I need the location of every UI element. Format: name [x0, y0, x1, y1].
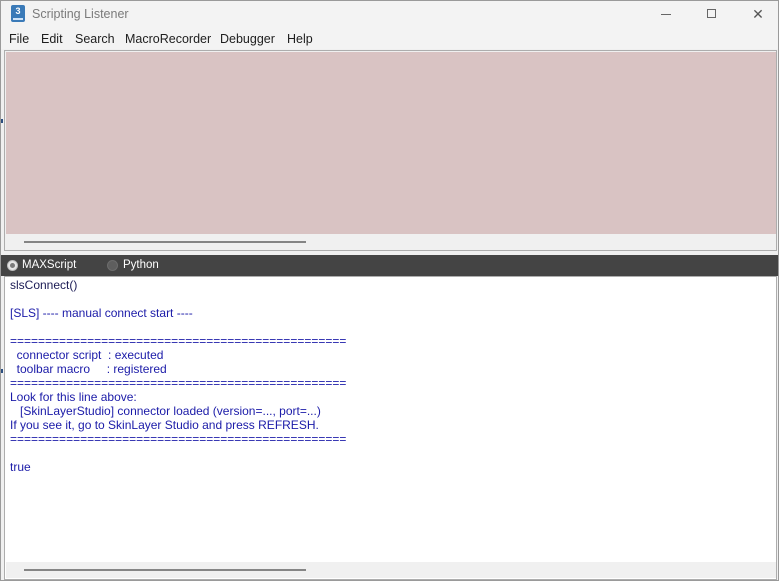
maxscript-radio[interactable] [7, 260, 18, 271]
listener-horizontal-scrollbar[interactable] [6, 562, 776, 578]
menu-search[interactable]: Search [75, 32, 115, 46]
python-radio[interactable] [107, 260, 118, 271]
language-selector-bar: MAXScript Python [1, 255, 778, 276]
app-3dsmax-icon: 3 [11, 5, 25, 22]
menu-bar: File Edit Search MacroRecorder Debugger … [1, 29, 778, 49]
listener-output-line [10, 446, 770, 460]
window-edge-artifact [1, 119, 3, 123]
listener-output-line: [SkinLayerStudio] connector loaded (vers… [10, 404, 321, 418]
close-icon: ✕ [752, 6, 764, 22]
listener-output-text[interactable]: slsConnect() [SLS] ---- manual connect st… [10, 278, 770, 561]
listener-output-line: connector script : executed [10, 348, 164, 362]
scripting-listener-window: 3 Scripting Listener ✕ File Edit Search … [0, 0, 779, 581]
menu-debugger[interactable]: Debugger [220, 32, 275, 46]
listener-output-line [10, 320, 770, 334]
listener-output-line: ========================================… [10, 432, 347, 446]
listener-output-line: ========================================… [10, 334, 347, 348]
menu-file[interactable]: File [9, 32, 29, 46]
menu-edit[interactable]: Edit [41, 32, 63, 46]
listener-command-line: slsConnect() [10, 278, 78, 292]
maximize-button[interactable] [689, 1, 735, 29]
listener-output-line: toolbar macro : registered [10, 362, 167, 376]
macro-recorder-text-area[interactable] [6, 52, 776, 234]
title-bar[interactable]: 3 Scripting Listener ✕ [1, 1, 778, 29]
listener-output-line: Look for this line above: [10, 390, 137, 404]
maximize-icon [707, 9, 716, 18]
macro-recorder-horizontal-scrollbar[interactable] [6, 234, 776, 250]
radio-selected-dot [10, 263, 15, 268]
macro-recorder-scroll-thumb[interactable] [24, 241, 306, 243]
listener-output-line [10, 292, 770, 306]
window-title: Scripting Listener [32, 7, 129, 21]
minimize-button[interactable] [643, 1, 689, 29]
minimize-icon [661, 14, 671, 15]
macro-recorder-pane [4, 50, 777, 251]
listener-output-line: If you see it, go to SkinLayer Studio an… [10, 418, 319, 432]
listener-output-line: true [10, 460, 31, 474]
menu-help[interactable]: Help [287, 32, 313, 46]
window-edge-artifact [1, 369, 3, 373]
menu-macrorecorder[interactable]: MacroRecorder [125, 32, 211, 46]
listener-output-pane: slsConnect() [SLS] ---- manual connect st… [4, 276, 777, 580]
python-label[interactable]: Python [123, 259, 159, 271]
app-icon-stripe [13, 18, 23, 20]
listener-output-line: ========================================… [10, 376, 347, 390]
listener-output-line: [SLS] ---- manual connect start ---- [10, 306, 193, 320]
listener-scroll-thumb[interactable] [24, 569, 306, 571]
maxscript-label[interactable]: MAXScript [22, 259, 76, 271]
app-icon-label: 3 [15, 6, 21, 16]
close-button[interactable]: ✕ [735, 1, 779, 29]
